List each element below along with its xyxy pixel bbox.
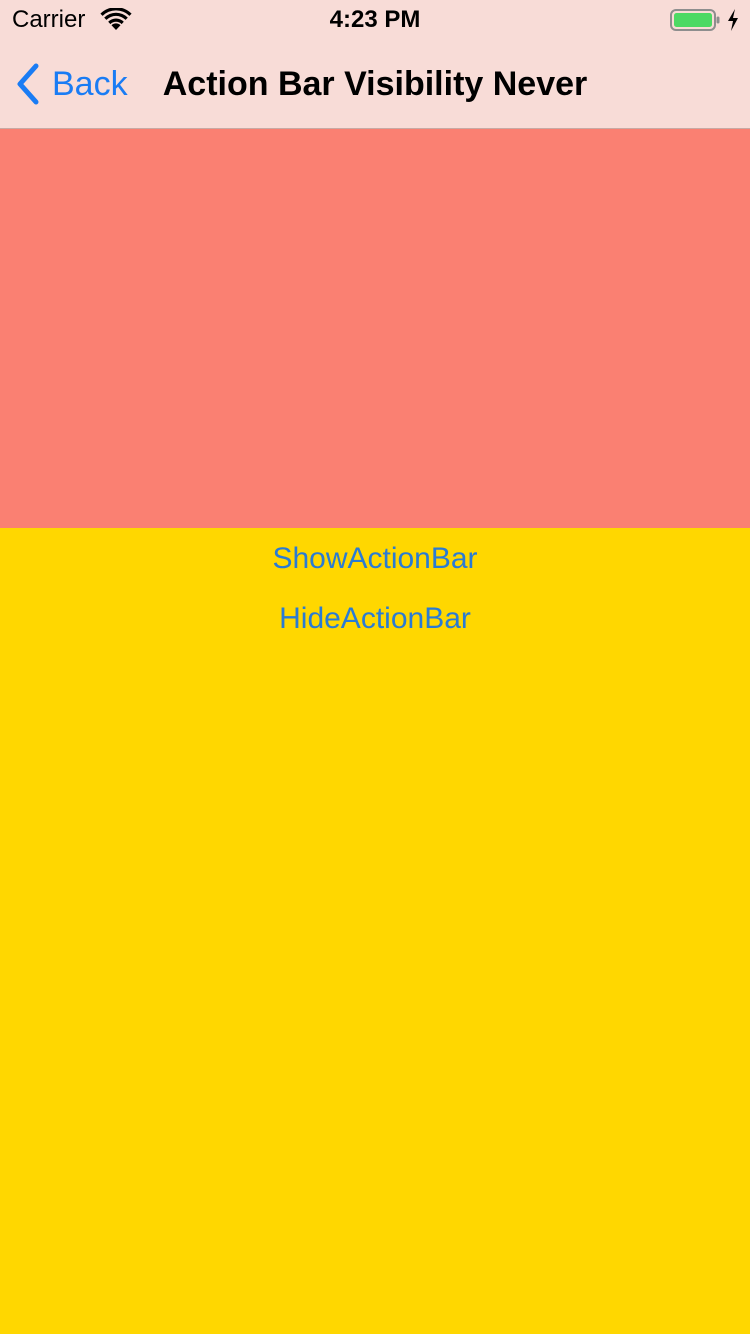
salmon-content-block [0, 129, 750, 528]
bolt-icon [728, 9, 738, 31]
hide-action-bar-button[interactable]: HideActionBar [0, 599, 750, 639]
status-time: 4:23 PM [329, 6, 421, 33]
page-title: Action Bar Visibility Never [162, 65, 588, 103]
battery-icon [670, 9, 720, 31]
screen: Carrier 4:23 PM Back Action Bar Visibili… [0, 0, 750, 1334]
navigation-bar: Back Action Bar Visibility Never [0, 40, 750, 129]
status-bar: Carrier 4:23 PM [0, 0, 750, 40]
show-action-bar-button[interactable]: ShowActionBar [0, 539, 750, 579]
